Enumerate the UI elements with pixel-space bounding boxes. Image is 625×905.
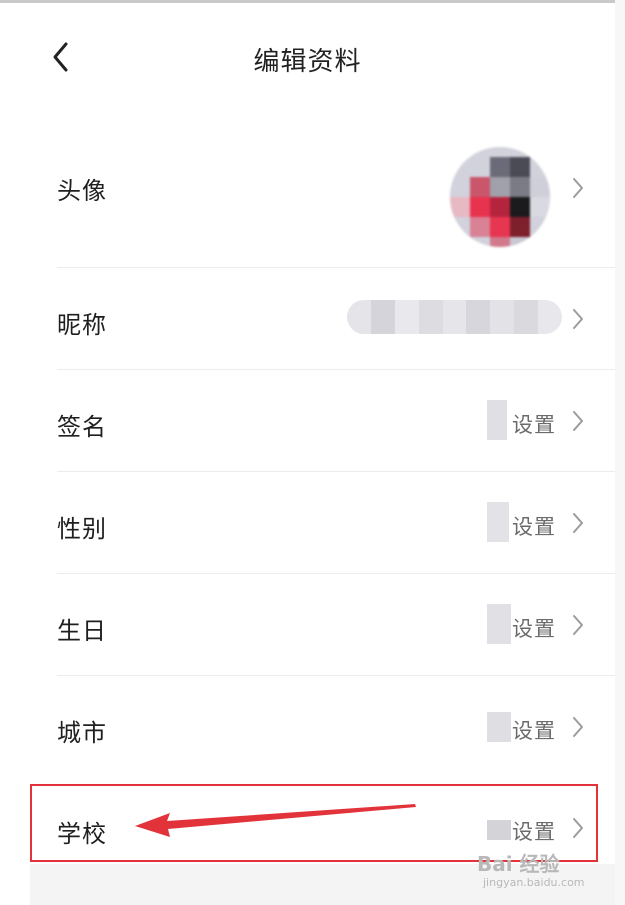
chevron-right-icon: [573, 818, 583, 838]
watermark-url: jingyan.baidu.com: [483, 876, 585, 889]
row-value: 设置: [512, 719, 556, 743]
annotation-arrow: [135, 804, 416, 837]
row-birthday[interactable]: 生日 设置: [57, 574, 615, 675]
value-blur: [487, 400, 507, 440]
value-blur: [487, 604, 511, 644]
chevron-right-icon: [573, 178, 583, 198]
nav-header: 编辑资料: [0, 3, 615, 113]
row-value: 设置: [512, 820, 556, 844]
watermark-brand: Bai 经验: [477, 852, 560, 876]
row-label: 签名: [57, 413, 107, 441]
chevron-right-icon: [573, 411, 583, 431]
row-gender[interactable]: 性别 设置: [57, 472, 615, 573]
row-avatar[interactable]: 头像: [57, 127, 615, 267]
value-blur: [487, 820, 511, 840]
row-value: 设置: [512, 413, 556, 437]
row-label: 生日: [57, 617, 107, 645]
chevron-right-icon: [573, 615, 583, 635]
row-label: 城市: [57, 719, 107, 747]
chevron-right-icon: [573, 717, 583, 737]
row-label: 学校: [57, 820, 107, 848]
watermark: Bai 经验 jingyan.baidu.com: [477, 848, 597, 894]
value-blur: [487, 502, 509, 542]
chevron-right-icon: [573, 309, 583, 329]
row-value: 设置: [512, 515, 556, 539]
row-signature[interactable]: 签名 设置: [57, 370, 615, 471]
avatar: [450, 147, 550, 247]
row-label: 性别: [57, 515, 107, 543]
page-title: 编辑资料: [253, 47, 362, 77]
row-label: 头像: [57, 177, 107, 205]
chevron-right-icon: [573, 513, 583, 533]
row-nickname[interactable]: 昵称: [57, 268, 615, 369]
row-value: 设置: [512, 617, 556, 641]
value-blur: [487, 712, 511, 742]
right-edge: [615, 0, 625, 905]
row-city[interactable]: 城市 设置: [57, 676, 615, 777]
row-label: 昵称: [57, 311, 107, 339]
nickname-value-blurred: [347, 300, 562, 334]
